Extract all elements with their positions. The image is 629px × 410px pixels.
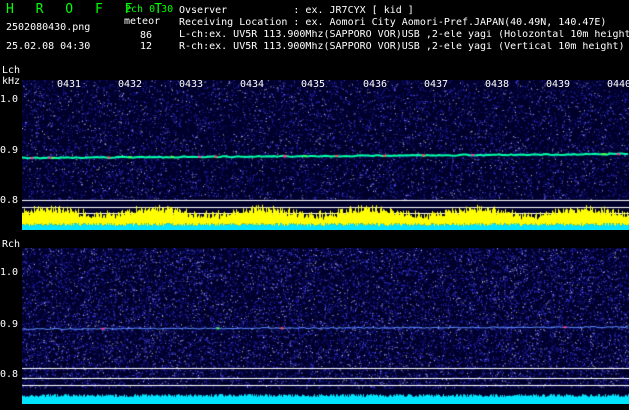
meteor-count-rch: 12 xyxy=(140,41,153,52)
meteor-label: meteor xyxy=(124,16,161,27)
lch-info: L-ch:ex. UV5R 113.900Mhz(SAPPORO VOR)USB… xyxy=(179,30,629,40)
time-tick-0433: 0433 xyxy=(179,79,204,90)
lch-channel-label: Lch xyxy=(2,65,21,76)
time-tick-0432: 0432 xyxy=(118,79,143,90)
time-tick-0439: 0439 xyxy=(546,79,571,90)
time-tick-0438: 0438 xyxy=(485,79,510,90)
time-tick-0440: 0440 xyxy=(607,80,629,90)
observer-info: Ovserver : ex. JR7CYX [ kid ] xyxy=(179,5,414,16)
filename-label: 2502080430.png xyxy=(6,22,91,33)
lch-freq-tick-2: 0.9 xyxy=(0,145,19,156)
time-tick-0435: 0435 xyxy=(301,79,326,90)
datetime-label: 25.02.08 04:30 xyxy=(6,41,91,52)
meteor-count-lch: 86 xyxy=(140,30,153,41)
rch-freq-tick-3: 0.8 xyxy=(0,369,19,380)
mode-label: 2ch 0.30 xyxy=(125,4,174,15)
rch-info: R-ch:ex. UV5R 113.900Mhz(SAPPORO VOR)USB… xyxy=(179,42,625,52)
time-tick-0434: 0434 xyxy=(240,79,265,90)
lch-spectrogram xyxy=(22,80,629,230)
time-tick-0437: 0437 xyxy=(424,79,449,90)
lch-unit-label: kHz xyxy=(2,76,21,87)
rch-spectrogram xyxy=(22,248,629,404)
time-tick-0431: 0431 xyxy=(57,79,82,90)
rch-freq-tick-2: 0.9 xyxy=(0,319,19,330)
rch-channel-label: Rch xyxy=(2,239,21,250)
rch-freq-tick-1: 1.0 xyxy=(0,267,19,278)
time-tick-0436: 0436 xyxy=(363,79,388,90)
lch-freq-tick-1: 1.0 xyxy=(0,94,19,105)
lch-freq-tick-3: 0.8 xyxy=(0,195,19,206)
location-info: Receiving Location : ex. Aomori City Aom… xyxy=(179,17,607,28)
